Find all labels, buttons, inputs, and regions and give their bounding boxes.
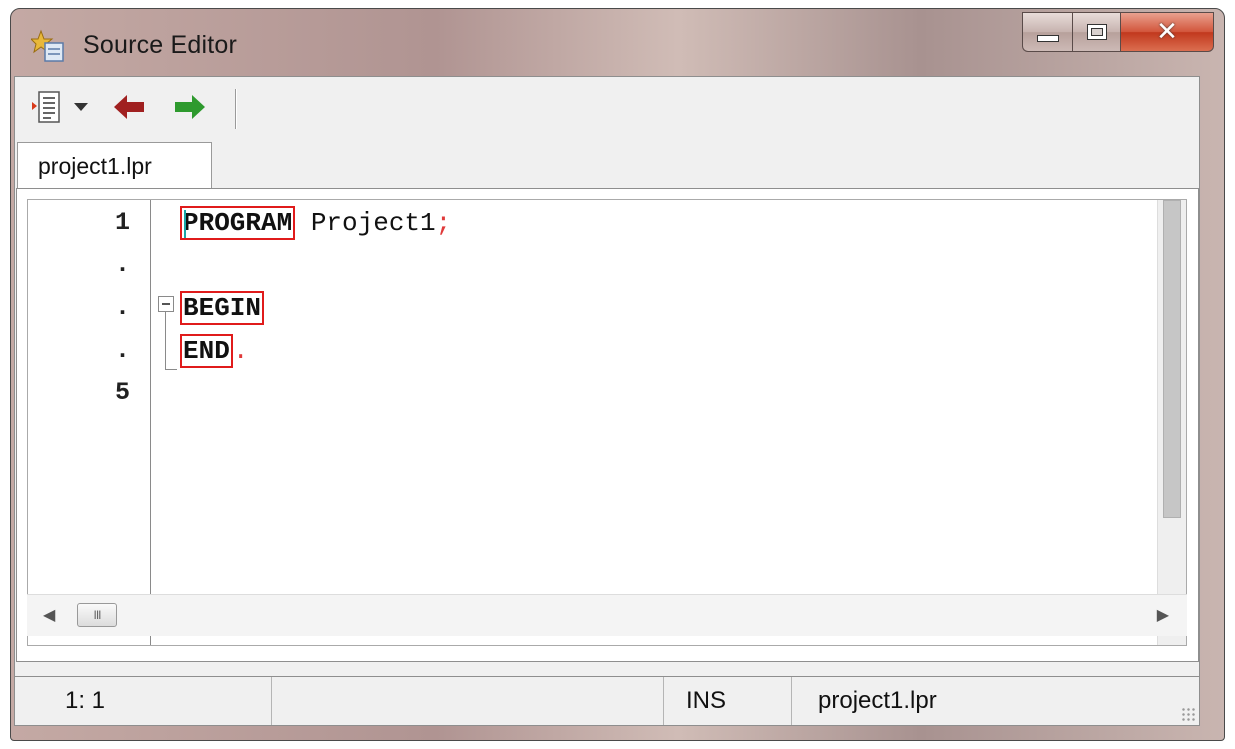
document-list-icon [32,91,60,123]
code-editor[interactable]: 1 . . . 5 PROGRAM Project1; BEGIN END. [27,199,1187,646]
maximize-button[interactable] [1072,12,1120,52]
horizontal-scroll-thumb[interactable]: III [77,603,117,627]
tab-bar: project1.lpr [15,142,1199,189]
toolbar-separator [235,89,237,129]
forward-button[interactable] [170,91,210,123]
keyword: END [180,334,233,368]
status-bar: 1: 1 INS project1.lpr [14,676,1200,726]
forward-arrow-icon [175,95,205,119]
horizontal-scrollbar[interactable]: ◀ III ▶ [27,594,1187,636]
vertical-scroll-thumb[interactable] [1163,200,1181,518]
toolbar [15,77,1199,135]
line-number: 1 [114,208,130,237]
editor-client-area: project1.lpr 1 . . . 5 PROGRAM Project1;… [14,76,1200,718]
window-title: Source Editor [83,31,238,59]
line-number: 5 [114,378,130,407]
keyword: PROGRAM [180,206,296,240]
back-arrow-icon [114,95,144,119]
fold-guide-end [165,369,177,370]
document-list-button[interactable] [29,89,65,125]
text-caret [184,210,186,238]
window-controls: ✕ [1022,12,1214,52]
line-number: . [114,250,130,279]
title-bar[interactable]: Source Editor ✕ [11,9,1224,83]
close-icon: ✕ [1156,17,1178,47]
scroll-left-icon[interactable]: ◀ [43,605,55,625]
identifier: Project1 [295,208,436,238]
close-button[interactable]: ✕ [1120,12,1214,52]
vertical-scrollbar[interactable] [1157,200,1186,645]
code-line-1: PROGRAM Project1; [180,206,452,240]
app-icon [31,29,64,62]
punctuation: . [232,336,249,366]
punctuation: ; [435,208,452,238]
tab-project1-lpr[interactable]: project1.lpr [17,142,212,189]
cursor-position: 1: 1 [15,677,272,725]
line-number-gutter: 1 . . . 5 [28,200,151,645]
minimize-button[interactable] [1022,12,1072,52]
code-line-4: END. [180,334,249,368]
minimize-icon [1036,34,1059,42]
fold-toggle[interactable] [158,296,174,312]
dropdown-arrow-icon [74,103,88,111]
scroll-right-icon[interactable]: ▶ [1157,605,1169,625]
code-line-3: BEGIN [180,291,265,325]
keyword: BEGIN [180,291,265,325]
line-number: . [114,293,130,322]
insert-mode: INS [664,677,792,725]
back-button[interactable] [109,91,149,123]
status-empty-panel [272,677,664,725]
status-filename: project1.lpr [818,687,937,714]
fold-guide [165,312,166,370]
editor-frame: 1 . . . 5 PROGRAM Project1; BEGIN END. ◀… [16,188,1199,662]
resize-grip-icon[interactable] [1181,707,1195,721]
dropdown-button[interactable] [71,97,91,117]
maximize-icon [1086,24,1107,40]
line-number: . [114,336,130,365]
